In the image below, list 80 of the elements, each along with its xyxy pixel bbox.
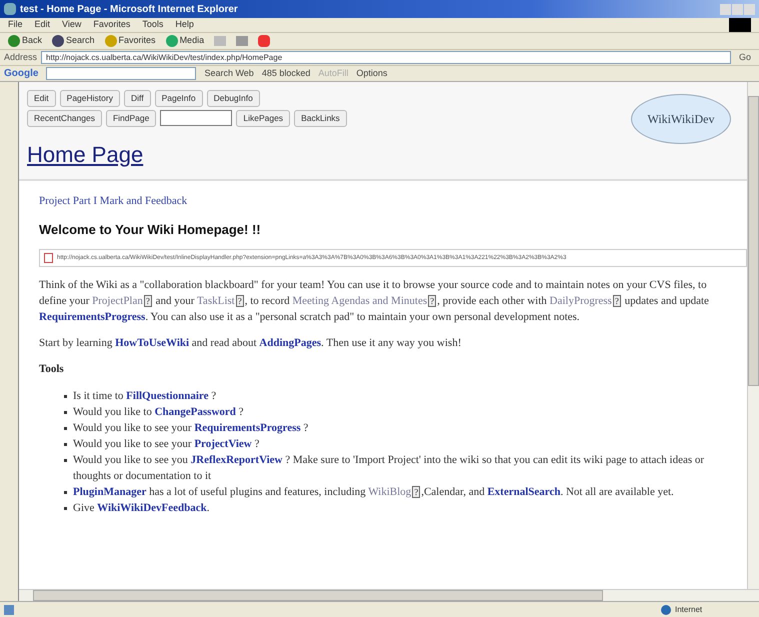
wiki-link[interactable]: JReflexReportView bbox=[190, 454, 282, 466]
page-title[interactable]: Home Page bbox=[27, 138, 631, 171]
paragraph: Start by learning HowToUseWiki and read about AddingPages. Then use it any way you wish! bbox=[39, 336, 462, 351]
wiki-action-button[interactable]: RecentChanges bbox=[27, 110, 102, 127]
zone-label: Internet bbox=[675, 604, 704, 616]
menu-item[interactable]: File bbox=[8, 18, 23, 32]
wiki-link[interactable]: WikiWikiDevFeedback bbox=[97, 502, 207, 514]
google-logo: Google bbox=[4, 67, 38, 81]
page-icon bbox=[4, 604, 14, 614]
wiki-action-button[interactable]: PageInfo bbox=[154, 90, 203, 107]
create-page-link[interactable]: ? bbox=[144, 295, 152, 307]
missing-page-link[interactable]: DailyProgress bbox=[550, 295, 612, 307]
logo-text: WikiWikiDev bbox=[647, 111, 715, 128]
wiki-action-button[interactable]: FindPage bbox=[106, 110, 156, 127]
toolbar-button[interactable]: Media bbox=[166, 34, 204, 48]
wiki-action-button[interactable]: Edit bbox=[27, 90, 56, 107]
wiki-action-button[interactable]: LikePages bbox=[236, 110, 290, 127]
go-button[interactable]: Go bbox=[734, 50, 755, 64]
bullet-icon bbox=[64, 506, 67, 510]
search-web-button[interactable]: Search Web bbox=[204, 66, 254, 80]
missing-page-link[interactable]: Meeting Agendas and Minutes bbox=[292, 295, 428, 307]
scroll-thumb[interactable] bbox=[748, 96, 759, 386]
menu-item[interactable]: Favorites bbox=[93, 18, 130, 32]
menu-item[interactable]: View bbox=[62, 18, 82, 32]
address-label: Address bbox=[4, 50, 38, 64]
options-button[interactable]: Options bbox=[356, 66, 388, 80]
create-page-link[interactable]: ? bbox=[236, 295, 244, 307]
maximize-button[interactable] bbox=[732, 4, 743, 14]
wiki-link[interactable]: ProjectView bbox=[194, 438, 252, 450]
create-page-link[interactable]: ? bbox=[612, 295, 621, 307]
missing-page-link[interactable]: ProjectPlan bbox=[92, 295, 143, 307]
wiki-link[interactable]: RequirementsProgress bbox=[39, 311, 146, 323]
wiki-link[interactable]: PluginManager bbox=[73, 486, 146, 498]
menu-item[interactable]: Edit bbox=[34, 18, 50, 32]
missing-page-link[interactable]: TaskList bbox=[196, 295, 235, 307]
address-field[interactable]: http://nojack.cs.ualberta.ca/WikiWikiDev/test/index.php/HomePage bbox=[41, 51, 731, 64]
bullet-icon bbox=[64, 442, 67, 446]
wiki-action-button[interactable]: DebugInfo bbox=[206, 90, 260, 107]
wiki-action-button[interactable]: PageHistory bbox=[60, 90, 120, 107]
create-page-link[interactable]: ? bbox=[412, 486, 420, 498]
welcome-heading: Welcome to Your Wiki Homepage! !! bbox=[39, 220, 262, 239]
horizontal-scrollbar[interactable] bbox=[19, 589, 759, 601]
bullet-icon bbox=[64, 490, 67, 494]
wiki-link[interactable]: HowToUseWiki bbox=[115, 337, 190, 349]
close-button[interactable] bbox=[744, 4, 755, 14]
bullet-icon bbox=[64, 394, 67, 398]
broken-image-icon bbox=[44, 253, 53, 263]
list-item-text: Give WikiWikiDevFeedback. bbox=[73, 500, 210, 516]
feedback-link[interactable]: Project Part I Mark and Feedback bbox=[39, 193, 727, 210]
list-item-text: Would you like to see your ProjectView ? bbox=[73, 436, 260, 452]
list-item-text: PluginManager has a lot of useful plugins and features, including WikiBlog ? ,Calendar, and ExternalSearch. Not all are available yet. bbox=[73, 484, 674, 500]
bullet-icon bbox=[64, 410, 67, 414]
list-item-text: Would you like to ChangePassword ? bbox=[73, 404, 244, 420]
bullet-icon bbox=[64, 426, 67, 430]
wiki-link[interactable]: AddingPages bbox=[259, 337, 322, 349]
menu-item[interactable]: Tools bbox=[142, 18, 164, 32]
toolbar-button[interactable]: Favorites bbox=[104, 34, 156, 48]
toolbar-button[interactable]: Back bbox=[8, 34, 42, 48]
missing-page-link[interactable]: WikiBlog bbox=[368, 486, 412, 498]
wiki-link[interactable]: ChangePassword bbox=[154, 406, 236, 418]
google-search-field[interactable] bbox=[46, 67, 196, 80]
popup-blocker-button[interactable]: 485 blocked bbox=[262, 66, 310, 80]
menu-item[interactable]: Help bbox=[175, 18, 194, 32]
tools-heading: Tools bbox=[39, 362, 65, 377]
wiki-link[interactable]: FillQuestionnaire bbox=[126, 390, 208, 402]
window-title: test - Home Page - Microsoft Internet Explorer bbox=[20, 2, 238, 16]
bullet-icon bbox=[64, 458, 67, 462]
find-page-field[interactable] bbox=[160, 110, 232, 126]
minimize-button[interactable] bbox=[720, 4, 731, 14]
wiki-action-button[interactable]: Diff bbox=[124, 90, 151, 107]
wiki-link[interactable]: ExternalSearch bbox=[487, 486, 560, 498]
vertical-scrollbar[interactable] bbox=[747, 82, 759, 589]
list-item-text: Is it time to FillQuestionnaire ? bbox=[73, 388, 216, 404]
wiki-action-button[interactable]: BackLinks bbox=[294, 110, 347, 127]
create-page-link[interactable]: ? bbox=[428, 295, 436, 307]
list-item-text: Would you like to see your RequirementsProgress ? bbox=[73, 420, 308, 436]
toolbar-button[interactable]: Search bbox=[52, 34, 95, 48]
paragraph: Think of the Wiki as a "collaboration blackboard" for your team! You can use it to browse your source code and to maintain notes on your CVS files, to define your ProjectPlan ? and your TaskList ? , to record Meeting Agendas and Minutes ? , provide each other with DailyProgress ? updates and update RequirementsProgress. You can also use it as a "personal scratch pad" to maintain your own personal development notes. bbox=[39, 278, 710, 325]
scroll-thumb[interactable] bbox=[33, 590, 603, 601]
wiki-link[interactable]: RequirementsProgress bbox=[194, 422, 301, 434]
